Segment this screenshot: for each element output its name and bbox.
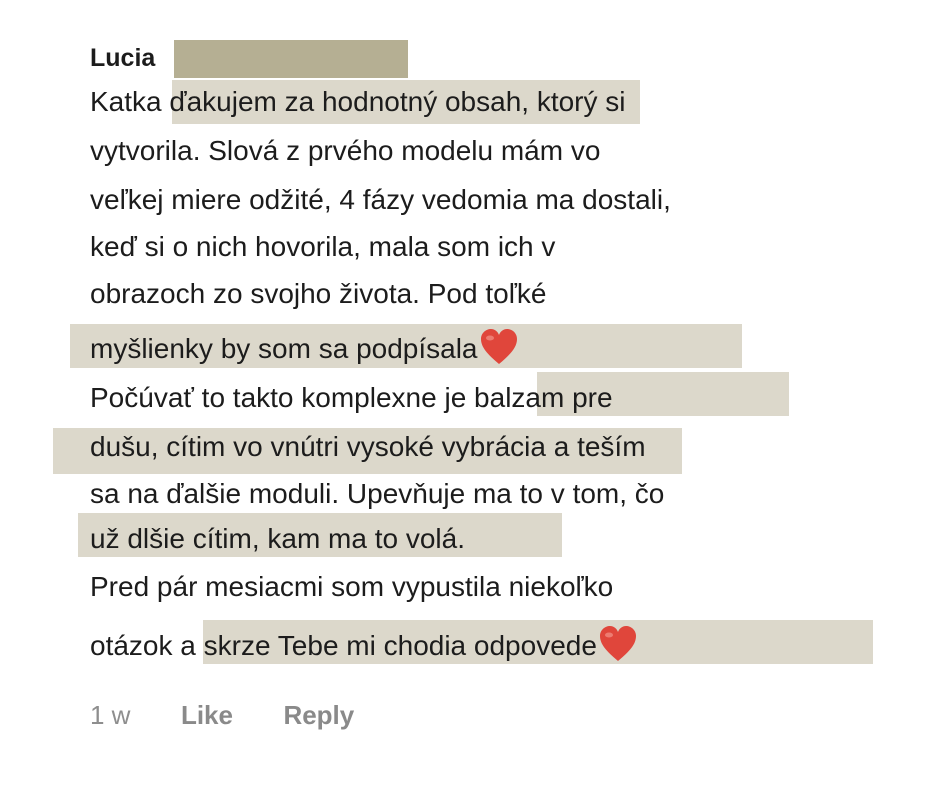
comment-line: vytvorila. Slová z prvého modelu mám vo	[90, 135, 601, 166]
comment-line-with-heart: otázok a skrze Tebe mi chodia odpovede	[90, 625, 638, 674]
comment-line: Počúvať to takto komplexne je balzam pre	[90, 382, 613, 413]
reply-button[interactable]: Reply	[283, 700, 354, 730]
comment-timestamp[interactable]: 1 w	[90, 700, 130, 730]
heart-icon	[598, 625, 638, 674]
comment-line-with-heart: myšlienky by som sa podpísala	[90, 328, 519, 377]
comment-line: Pred pár mesiacmi som vypustila niekoľko	[90, 571, 614, 602]
redacted-name-block	[174, 40, 408, 78]
comment-line: sa na ďalšie moduli. Upevňuje ma to v to…	[90, 478, 665, 509]
comment: Lucia Katka ďakujem za hodnotný obsah, k…	[0, 0, 940, 788]
comment-line: už dlšie cítim, kam ma to volá.	[90, 523, 466, 554]
comment-line: dušu, cítim vo vnútri vysoké vybrácia a …	[90, 431, 646, 462]
like-button[interactable]: Like	[181, 700, 233, 730]
heart-icon	[479, 328, 519, 377]
comment-actions: 1 w Like Reply	[90, 697, 354, 733]
comment-line: otázok a skrze Tebe mi chodia odpovede	[90, 630, 597, 661]
comment-line: keď si o nich hovorila, mala som ich v	[90, 231, 556, 262]
comment-line: myšlienky by som sa podpísala	[90, 333, 478, 364]
comment-author[interactable]: Lucia	[90, 40, 155, 76]
comment-line: obrazoch zo svojho života. Pod toľké	[90, 278, 547, 309]
comment-line: Katka ďakujem za hodnotný obsah, ktorý s…	[90, 86, 626, 117]
comment-line: veľkej miere odžité, 4 fázy vedomia ma d…	[90, 184, 671, 215]
